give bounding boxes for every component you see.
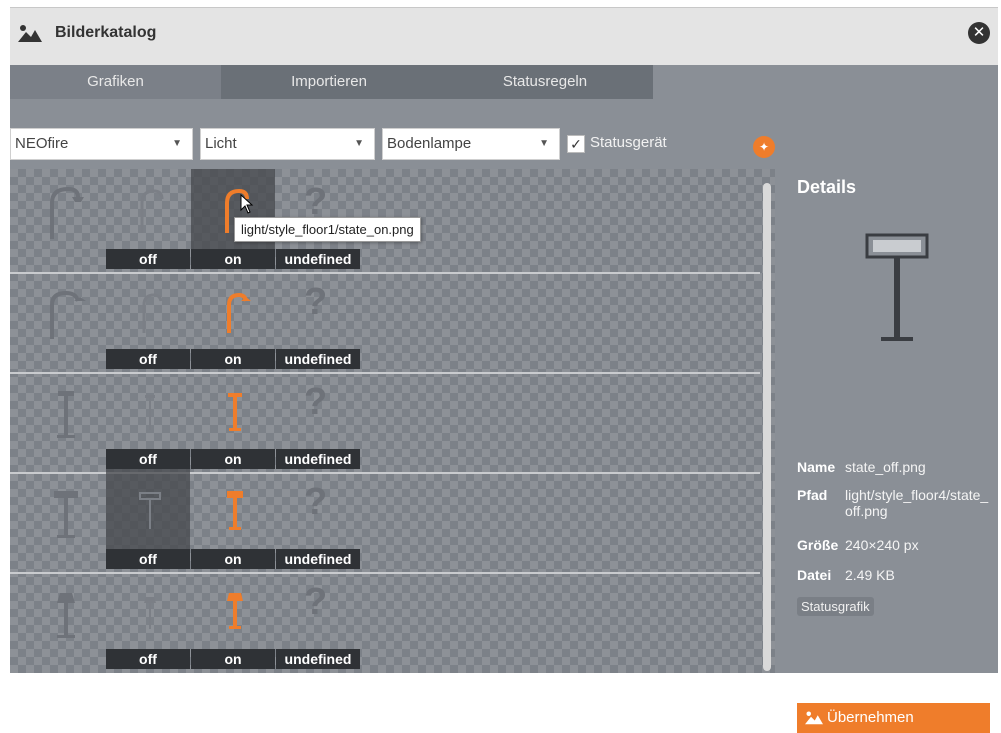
tab-importieren[interactable]: Importieren xyxy=(221,65,437,99)
chevron-down-icon: ▼ xyxy=(354,138,364,149)
status-graphic-tag: Statusgrafik xyxy=(797,597,874,616)
title-bar: Bilderkatalog ✕ xyxy=(10,7,998,65)
magic-wand-icon[interactable]: ✦ xyxy=(753,136,775,158)
state-off-cell[interactable]: off xyxy=(106,269,190,369)
file-label: Datei xyxy=(797,567,832,583)
state-label-on: on xyxy=(191,649,275,669)
state-undefined-cell[interactable]: ? undefined xyxy=(276,469,360,569)
manufacturer-select[interactable]: NEOfire ▼ xyxy=(10,128,193,160)
state-on-cell[interactable]: on xyxy=(191,369,275,469)
image-catalog-window: Bilderkatalog ✕ Grafiken Importieren Sta… xyxy=(0,0,1001,733)
floor-lamp-table-icon xyxy=(139,492,161,529)
image-grid: off on ? undefined off on ? undefined of… xyxy=(10,169,775,673)
floor-lamp-column-icon xyxy=(145,395,155,430)
apply-button-label: Übernehmen xyxy=(827,709,914,726)
state-label-on: on xyxy=(191,349,275,369)
path-label: Pfad xyxy=(797,487,828,503)
image-icon xyxy=(18,25,42,42)
floor-lamp-hook-icon xyxy=(50,290,86,339)
state-label-on: on xyxy=(191,249,275,269)
state-off-cell[interactable]: off xyxy=(106,169,190,269)
close-icon[interactable]: ✕ xyxy=(968,22,990,44)
floor-lamp-arc-icon xyxy=(140,189,164,233)
mouse-cursor-icon xyxy=(240,194,254,214)
details-panel: Details Name state_off.png Pfad light/st… xyxy=(797,169,997,733)
size-label: Größe xyxy=(797,537,839,553)
detail-path: Pfad light/style_floor4/state_off.png xyxy=(797,487,997,527)
row-preview xyxy=(22,469,106,569)
row-preview xyxy=(22,169,106,269)
path-value: light/style_floor4/state_off.png xyxy=(845,487,989,519)
state-label-undefined: undefined xyxy=(276,449,360,469)
status-device-label: Statusgerät xyxy=(590,134,667,151)
window-title: Bilderkatalog xyxy=(55,24,157,41)
state-label-off: off xyxy=(106,349,190,369)
file-path-tooltip: light/style_floor1/state_on.png xyxy=(234,217,421,242)
type-select[interactable]: Bodenlampe ▼ xyxy=(382,128,560,160)
floor-lamp-column-on-icon xyxy=(228,393,242,431)
state-undefined-cell[interactable]: ? undefined xyxy=(276,269,360,369)
state-on-cell[interactable]: on xyxy=(191,469,275,569)
state-label-on: on xyxy=(191,549,275,569)
floor-lamp-hook-icon xyxy=(142,293,163,333)
grid-scrollbar[interactable] xyxy=(763,183,771,671)
category-select[interactable]: Licht ▼ xyxy=(200,128,375,160)
question-mark-icon: ? xyxy=(304,581,328,623)
state-label-off: off xyxy=(106,449,190,469)
detail-name: Name state_off.png xyxy=(797,459,997,475)
tab-statusregeln[interactable]: Statusregeln xyxy=(437,65,653,99)
chevron-down-icon: ▼ xyxy=(172,138,182,149)
size-value: 240×240 px xyxy=(845,537,919,553)
state-label-undefined: undefined xyxy=(276,549,360,569)
state-on-cell[interactable]: on xyxy=(191,269,275,369)
floor-lamp-shade-on-icon xyxy=(227,593,243,629)
category-value: Licht xyxy=(205,135,237,152)
floor-lamp-table-icon xyxy=(54,491,78,538)
name-value: state_off.png xyxy=(845,459,926,475)
status-device-checkbox[interactable]: ✓ xyxy=(567,135,585,153)
state-undefined-cell[interactable]: ? undefined xyxy=(276,369,360,469)
name-label: Name xyxy=(797,459,836,475)
image-icon xyxy=(805,711,823,725)
details-heading: Details xyxy=(797,177,857,197)
grid-row: off on ? undefined xyxy=(10,469,760,569)
state-label-on: on xyxy=(191,449,275,469)
grid-row: off on ? undefined xyxy=(10,269,760,369)
question-mark-icon: ? xyxy=(304,481,328,523)
type-value: Bodenlampe xyxy=(387,135,472,152)
chevron-down-icon: ▼ xyxy=(539,138,549,149)
floor-lamp-column-icon xyxy=(57,391,75,438)
question-mark-icon: ? xyxy=(304,281,328,323)
state-undefined-cell[interactable]: ? undefined xyxy=(276,569,360,669)
detail-size: Größe 240×240 px xyxy=(797,537,997,553)
dialog-body: Grafiken Importieren Statusregeln NEOfir… xyxy=(10,65,998,733)
apply-button[interactable]: Übernehmen xyxy=(797,703,990,733)
state-label-undefined: undefined xyxy=(276,249,360,269)
tab-grafiken[interactable]: Grafiken xyxy=(10,65,221,99)
row-preview xyxy=(22,569,106,669)
floor-lamp-preview-icon xyxy=(865,233,929,341)
question-mark-icon: ? xyxy=(304,381,328,423)
detail-file: Datei 2.49 KB xyxy=(797,567,997,583)
row-preview xyxy=(22,269,106,369)
state-label-off: off xyxy=(106,549,190,569)
state-off-cell[interactable]: off xyxy=(106,469,190,569)
row-preview xyxy=(22,369,106,469)
file-value: 2.49 KB xyxy=(845,567,895,583)
state-label-off: off xyxy=(106,649,190,669)
state-off-cell[interactable]: off xyxy=(106,569,190,669)
state-on-cell[interactable]: on xyxy=(191,569,275,669)
state-label-undefined: undefined xyxy=(276,649,360,669)
grid-row: off on ? undefined xyxy=(10,369,760,469)
state-label-off: off xyxy=(106,249,190,269)
state-off-cell[interactable]: off xyxy=(106,369,190,469)
floor-lamp-shade-icon xyxy=(57,593,75,638)
grid-row: off on ? undefined xyxy=(10,569,760,669)
manufacturer-value: NEOfire xyxy=(15,135,69,152)
floor-lamp-hook-on-icon xyxy=(227,292,251,333)
floor-lamp-arc-icon xyxy=(50,186,84,239)
floor-lamp-table-on-icon xyxy=(227,491,243,530)
floor-lamp-shade-icon xyxy=(144,597,156,629)
state-label-undefined: undefined xyxy=(276,349,360,369)
